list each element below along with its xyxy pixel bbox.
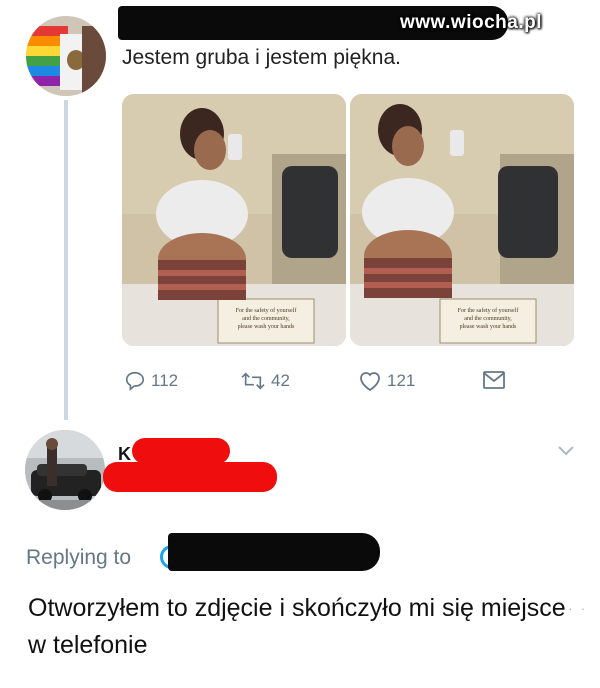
tweet-photo-1[interactable]: For the safety of yourself and the commu… [122,94,346,346]
retweet-count: 42 [271,371,290,390]
reply-button[interactable]: 112 [124,370,178,392]
reply-icon [125,371,145,392]
svg-text:and the community,: and the community, [242,316,290,322]
reply-author-avatar[interactable] [25,430,105,510]
more-options-button[interactable] [556,444,576,463]
chevron-down-icon [558,446,574,456]
svg-text:For the safety of yourself: For the safety of yourself [458,307,519,314]
reply-count: 112 [151,371,179,390]
rainbow-flag-avatar-image [26,16,106,96]
selfie-photo-image: For the safety of yourself and the commu… [350,94,574,346]
like-count: 121 [387,371,416,390]
svg-text:and the community,: and the community, [464,316,512,322]
direct-message-button[interactable] [482,370,511,390]
redacted-mention [168,533,380,571]
site-watermark: www.wiocha.pl [400,12,542,33]
retweet-icon [241,372,265,390]
tweet-text: Jestem gruba i jestem piękna. [122,46,401,69]
svg-text:For the safety of yourself: For the safety of yourself [236,307,297,314]
message-icon [483,371,505,389]
reply-text: Otworzyłem to zdjęcie i skończyło mi się… [28,594,566,659]
redacted-reply-name [132,438,230,464]
svg-text:please wash your hands: please wash your hands [238,324,295,330]
selfie-photo-image: For the safety of yourself and the commu… [122,94,346,346]
retweet-button[interactable]: 42 [240,370,290,392]
like-button[interactable]: 121 [358,370,415,392]
tweet-photo-2[interactable]: For the safety of yourself and the commu… [350,94,574,346]
redacted-reply-handle [103,462,277,492]
like-icon [360,372,380,392]
car-avatar-image [25,430,105,510]
author-avatar[interactable] [26,16,106,96]
thread-connector-line [64,100,68,420]
replying-to-label: Replying to [26,546,132,569]
svg-text:please wash your hands: please wash your hands [460,324,517,330]
fade-dots: ·· [568,600,594,616]
